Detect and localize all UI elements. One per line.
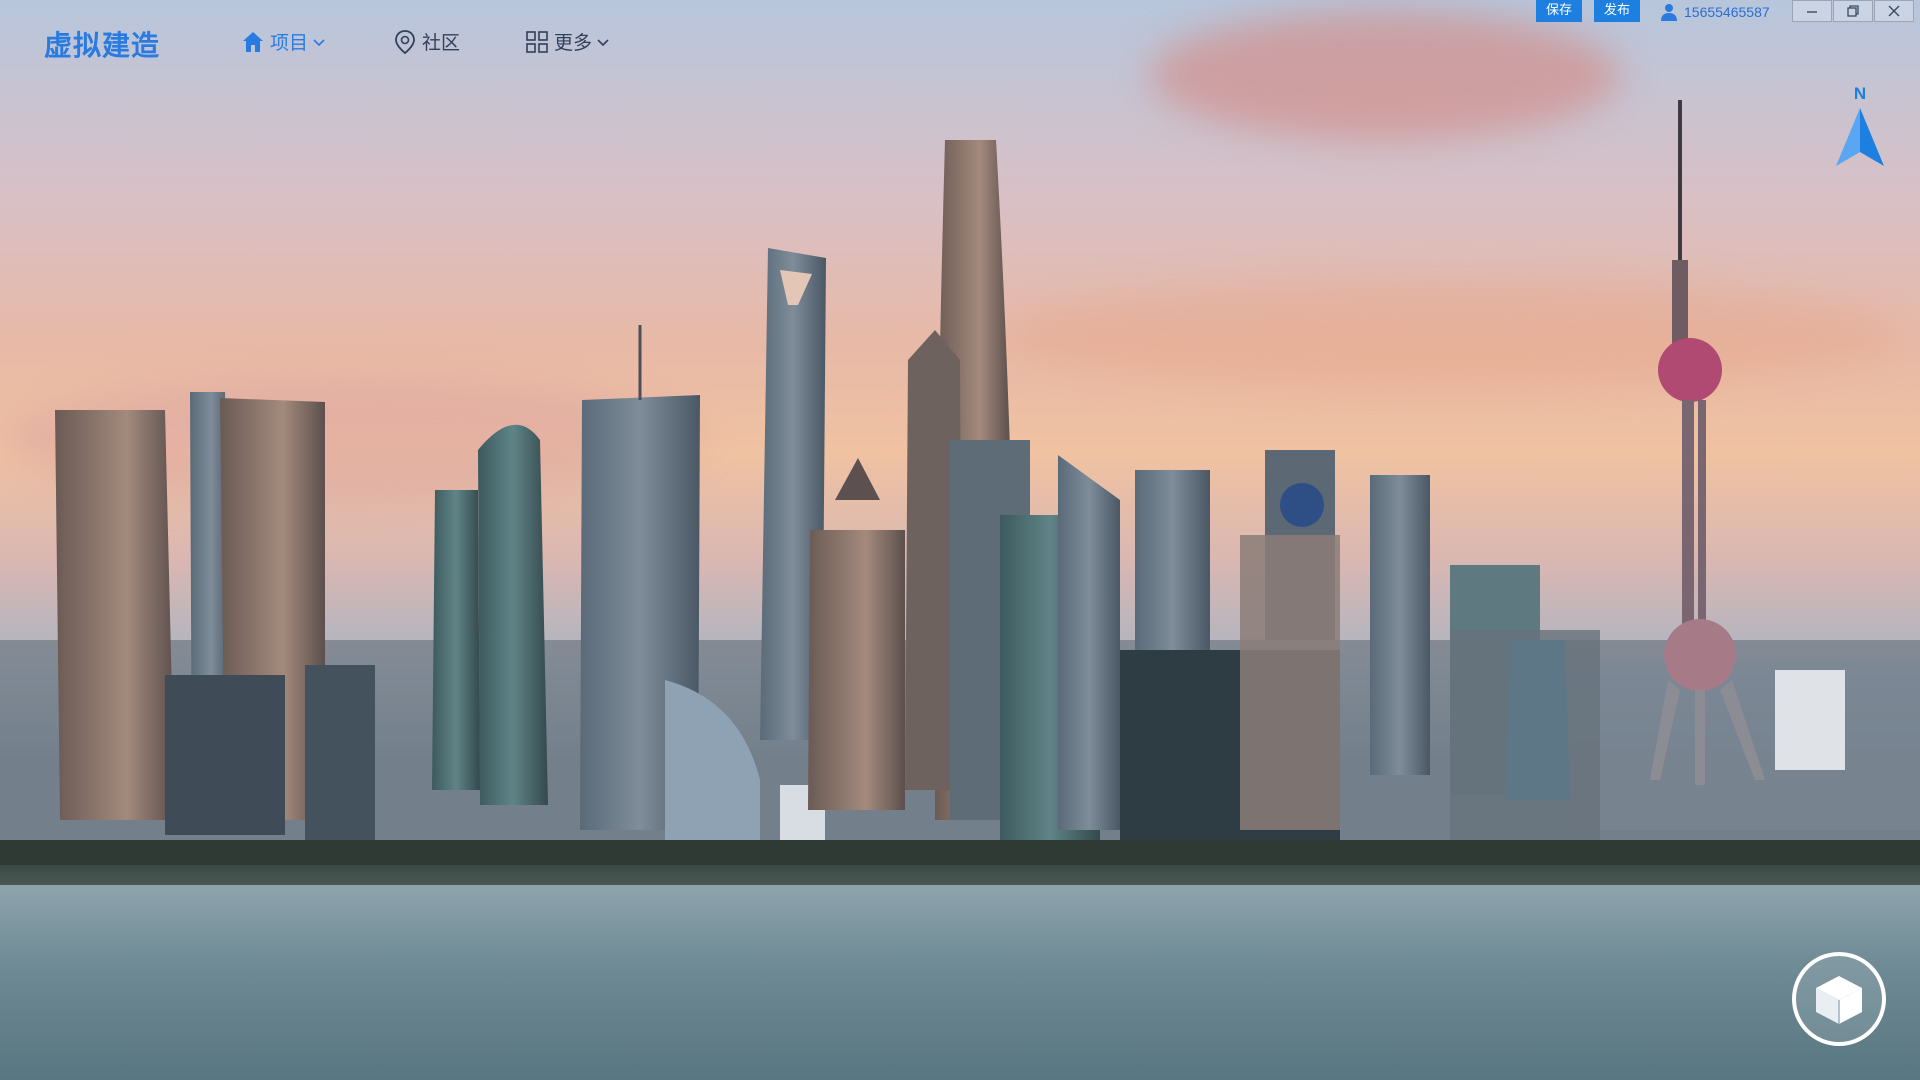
nav-item-project[interactable]: 项目 xyxy=(240,28,326,55)
city-skyline-background xyxy=(0,0,1920,1080)
home-icon xyxy=(243,31,263,52)
user-phone: 15655465587 xyxy=(1684,4,1770,20)
nav-item-community[interactable]: 社区 xyxy=(392,28,460,55)
chevron-down-icon xyxy=(313,38,325,46)
app-logo: 虚拟建造 xyxy=(44,29,161,62)
nav-item-label: 项目 xyxy=(270,32,309,54)
close-icon xyxy=(1888,5,1900,17)
minimize-button[interactable] xyxy=(1792,0,1832,22)
chevron-down-icon xyxy=(597,38,609,46)
save-button[interactable]: 保存 xyxy=(1536,0,1583,22)
location-pin-icon xyxy=(395,29,415,54)
publish-button[interactable]: 发布 xyxy=(1594,0,1641,22)
restore-icon xyxy=(1847,5,1859,17)
user-icon xyxy=(1661,4,1677,21)
view-cube-button[interactable] xyxy=(1792,952,1886,1046)
close-button[interactable] xyxy=(1874,0,1914,22)
restore-button[interactable] xyxy=(1833,0,1873,22)
nav-item-label: 更多 xyxy=(554,32,593,54)
cube-icon xyxy=(1816,976,1862,1024)
grid-apps-icon xyxy=(526,30,548,53)
minimize-icon xyxy=(1807,11,1817,13)
nav-item-more[interactable]: 更多 xyxy=(524,28,610,55)
nav-item-label: 社区 xyxy=(422,32,461,54)
north-arrow-icon xyxy=(1836,108,1884,166)
compass-north-label: N xyxy=(1853,84,1867,103)
river-water xyxy=(0,885,1920,1080)
compass[interactable]: N xyxy=(1834,84,1886,176)
user-account[interactable]: 15655465587 xyxy=(1660,3,1770,21)
